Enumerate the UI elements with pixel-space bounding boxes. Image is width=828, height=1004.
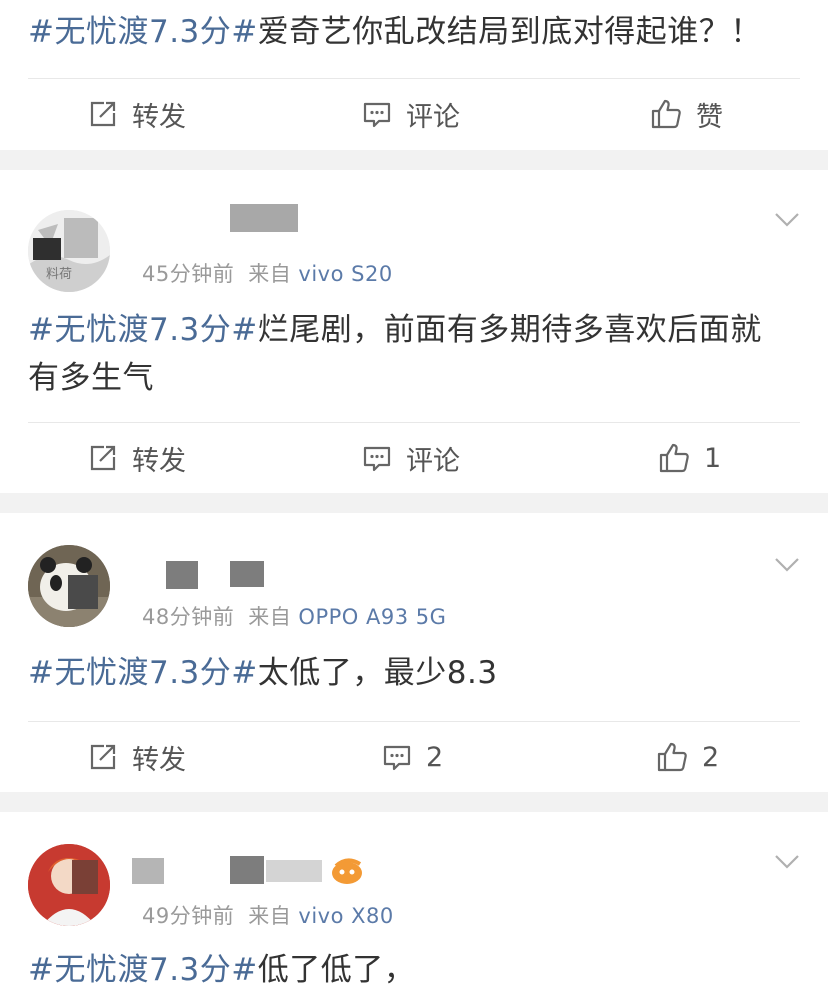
action-bar: 转发 2 2 — [0, 722, 828, 792]
post-card-3: 48分钟前 来自 OPPO A93 5G #无忧渡7.3分#太低了，最少8.3 转… — [0, 513, 828, 792]
like-count: 1 — [704, 442, 722, 474]
hashtag-link[interactable]: #无忧渡7.3分# — [28, 14, 258, 50]
device-link[interactable]: vivo S20 — [298, 262, 392, 286]
post-text: #无忧渡7.3分#太低了，最少8.3 — [28, 655, 498, 691]
username-obscured[interactable] — [132, 858, 164, 884]
chevron-down-icon[interactable] — [774, 557, 800, 573]
repost-label: 转发 — [132, 101, 186, 133]
repost-label: 转发 — [132, 744, 186, 776]
thumbs-up-icon — [651, 99, 681, 129]
comment-button[interactable]: 评论 — [362, 79, 460, 149]
action-bar: 转发 评论 1 — [0, 423, 828, 493]
post-card-4: 49分钟前 来自 vivo X80 #无忧渡7.3分#低了低了， — [0, 812, 828, 1004]
username-obscured[interactable] — [266, 860, 322, 882]
chevron-down-icon[interactable] — [774, 212, 800, 228]
repost-icon — [90, 101, 116, 127]
post-time: 49分钟前 — [142, 904, 235, 928]
avatar[interactable]: 料荷 — [28, 210, 110, 292]
hashtag-link[interactable]: #无忧渡7.3分# — [28, 312, 258, 348]
post-meta: 49分钟前 来自 vivo X80 — [142, 900, 394, 930]
repost-button[interactable]: 转发 — [88, 79, 186, 149]
device-link[interactable]: OPPO A93 5G — [298, 605, 446, 629]
post-separator — [0, 493, 828, 513]
avatar[interactable] — [28, 844, 110, 926]
post-card-2: 料荷 45分钟前 来自 vivo S20 #无忧渡7.3分#烂尾剧，前面有多期待多… — [0, 170, 828, 493]
username-obscured[interactable] — [230, 856, 264, 884]
thumbs-up-icon — [659, 443, 689, 473]
comment-icon — [363, 446, 391, 472]
post-meta: 45分钟前 来自 vivo S20 — [142, 258, 393, 288]
comment-label: 评论 — [406, 101, 460, 133]
svg-text:料荷: 料荷 — [46, 267, 72, 282]
post-time: 45分钟前 — [142, 262, 235, 286]
post-time: 48分钟前 — [142, 605, 235, 629]
action-bar: 转发 评论 赞 — [0, 79, 828, 149]
repost-button[interactable]: 转发 — [88, 423, 186, 493]
post-text: #无忧渡7.3分#烂尾剧，前面有多期待多喜欢后面就有多生气 — [28, 312, 762, 396]
post-text: #无忧渡7.3分#爱奇艺你乱改结局到底对得起谁？！ — [28, 14, 762, 50]
comment-label: 评论 — [406, 445, 460, 477]
post-text: #无忧渡7.3分#低了低了， — [28, 952, 416, 988]
comment-count: 2 — [426, 741, 444, 773]
hashtag-link[interactable]: #无忧渡7.3分# — [28, 655, 258, 691]
repost-icon — [90, 744, 116, 770]
post-separator — [0, 150, 828, 170]
repost-icon — [90, 445, 116, 471]
comment-button[interactable]: 评论 — [362, 423, 460, 493]
source-prefix: 来自 — [248, 904, 292, 928]
like-count: 2 — [702, 741, 720, 773]
like-button[interactable]: 2 — [656, 722, 719, 792]
device-link[interactable]: vivo X80 — [298, 904, 393, 928]
chevron-down-icon[interactable] — [774, 854, 800, 870]
source-prefix: 来自 — [248, 605, 292, 629]
avatar[interactable] — [28, 545, 110, 627]
hashtag-link[interactable]: #无忧渡7.3分# — [28, 952, 258, 988]
username-obscured[interactable] — [230, 561, 264, 587]
comment-button[interactable]: 2 — [382, 722, 443, 792]
comment-icon — [363, 102, 391, 128]
repost-button[interactable]: 转发 — [88, 722, 186, 792]
badge-icon — [332, 858, 362, 884]
post-card-1: #无忧渡7.3分#爱奇艺你乱改结局到底对得起谁？！ 转发 评论 赞 — [0, 0, 828, 150]
post-separator — [0, 792, 828, 812]
like-button[interactable]: 赞 — [650, 79, 723, 149]
thumbs-up-icon — [657, 742, 687, 772]
like-button[interactable]: 1 — [658, 423, 721, 493]
comment-icon — [383, 745, 411, 771]
source-prefix: 来自 — [248, 262, 292, 286]
like-label: 赞 — [696, 101, 723, 133]
username-obscured[interactable] — [230, 204, 298, 232]
username-obscured[interactable] — [166, 561, 198, 589]
post-meta: 48分钟前 来自 OPPO A93 5G — [142, 601, 446, 631]
repost-label: 转发 — [132, 445, 186, 477]
